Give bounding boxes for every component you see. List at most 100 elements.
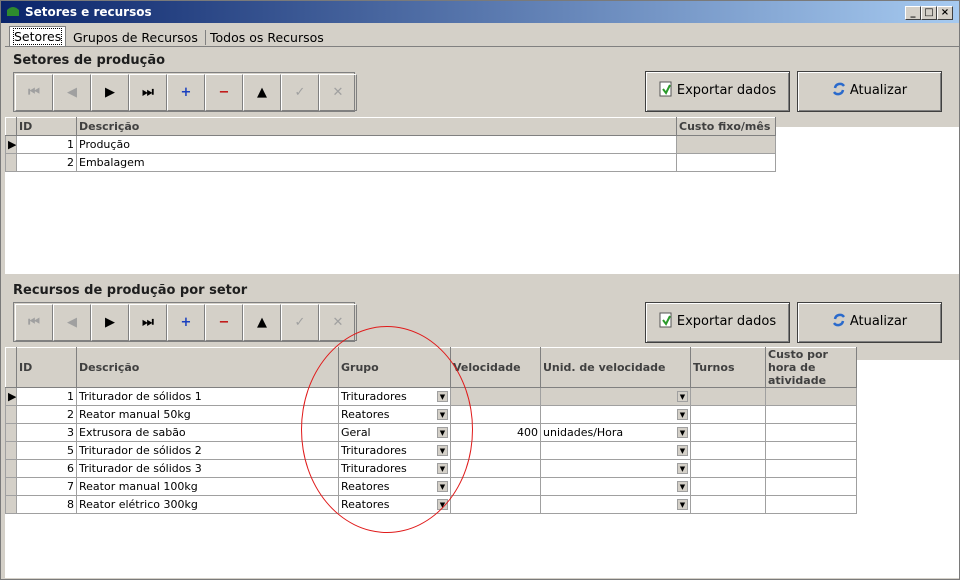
cell-grupo[interactable]: Reatores ▼: [338, 495, 451, 514]
dropdown-arrow-icon[interactable]: ▼: [677, 481, 688, 492]
cell-id[interactable]: 5: [16, 441, 77, 460]
cell-grupo[interactable]: Trituradores ▼: [338, 459, 451, 478]
first-record-button[interactable]: ⏮: [15, 74, 53, 111]
tab-todos-os-recursos[interactable]: Todos os Recursos: [206, 28, 328, 47]
cell-turnos[interactable]: [690, 405, 766, 424]
cell-descricao[interactable]: Triturador de sólidos 1: [76, 387, 339, 406]
cell-unid-velocidade[interactable]: ▼: [540, 459, 691, 478]
dropdown-arrow-icon[interactable]: ▼: [437, 499, 448, 510]
delete-record-button[interactable]: −: [205, 74, 243, 111]
cell-velocidade[interactable]: 400: [450, 423, 541, 442]
cell-custo-hora[interactable]: [765, 495, 857, 514]
column-header-descricao[interactable]: Descrição: [76, 347, 339, 388]
cell-unid-velocidade[interactable]: ▼: [540, 387, 691, 406]
cell-grupo[interactable]: Reatores ▼: [338, 477, 451, 496]
column-header-descricao[interactable]: Descrição: [76, 117, 677, 136]
dropdown-arrow-icon[interactable]: ▼: [677, 427, 688, 438]
cell-id[interactable]: 6: [16, 459, 77, 478]
cell-custo-hora[interactable]: [765, 387, 857, 406]
maximize-button[interactable]: □: [921, 6, 937, 20]
cell-custo-hora[interactable]: [765, 459, 857, 478]
insert-record-button[interactable]: +: [167, 74, 205, 111]
column-header-id[interactable]: ID: [16, 117, 77, 136]
next-record-button[interactable]: ▶: [91, 304, 129, 341]
dropdown-arrow-icon[interactable]: ▼: [437, 391, 448, 402]
dropdown-arrow-icon[interactable]: ▼: [437, 445, 448, 456]
cell-custo-hora[interactable]: [765, 423, 857, 442]
cell-grupo[interactable]: Reatores ▼: [338, 405, 451, 424]
cell-custo[interactable]: [676, 153, 776, 172]
resources-grid[interactable]: ID Descrição Grupo Velocidade Unid. de v…: [5, 347, 857, 514]
dropdown-arrow-icon[interactable]: ▼: [677, 445, 688, 456]
cell-id[interactable]: 2: [16, 405, 77, 424]
cell-descricao[interactable]: Triturador de sólidos 2: [76, 441, 339, 460]
first-record-button[interactable]: ⏮: [15, 304, 53, 341]
dropdown-arrow-icon[interactable]: ▼: [677, 409, 688, 420]
cell-custo[interactable]: [676, 135, 776, 154]
cell-unid-velocidade[interactable]: unidades/Hora ▼: [540, 423, 691, 442]
cell-unid-velocidade[interactable]: ▼: [540, 477, 691, 496]
insert-record-button[interactable]: +: [167, 304, 205, 341]
tab-setores[interactable]: Setores: [9, 26, 67, 47]
cell-descricao[interactable]: Reator elétrico 300kg: [76, 495, 339, 514]
cell-descricao[interactable]: Embalagem: [76, 153, 677, 172]
prior-record-button[interactable]: ◀: [53, 74, 91, 111]
cell-unid-velocidade[interactable]: ▼: [540, 495, 691, 514]
column-header-unid-velocidade[interactable]: Unid. de velocidade: [540, 347, 691, 388]
table-row[interactable]: ▶ 1 Triturador de sólidos 1 Trituradores ▼ ▼: [5, 387, 857, 406]
cell-unid-velocidade[interactable]: ▼: [540, 405, 691, 424]
cell-turnos[interactable]: [690, 387, 766, 406]
cell-custo-hora[interactable]: [765, 477, 857, 496]
table-row[interactable]: 5 Triturador de sólidos 2 Trituradores ▼ ▼: [5, 441, 857, 460]
cell-id[interactable]: 7: [16, 477, 77, 496]
cell-id[interactable]: 8: [16, 495, 77, 514]
sectors-refresh-button[interactable]: Atualizar: [797, 71, 942, 112]
cell-turnos[interactable]: [690, 477, 766, 496]
table-row[interactable]: 2 Embalagem: [5, 153, 776, 172]
dropdown-arrow-icon[interactable]: ▼: [677, 391, 688, 402]
table-row[interactable]: 3 Extrusora de sabão Geral ▼ 400 unidades/Hor…: [5, 423, 857, 442]
cancel-record-button[interactable]: ✕: [319, 74, 357, 111]
sectors-export-button[interactable]: Exportar dados: [645, 71, 790, 112]
title-bar[interactable]: Setores e recursos _ □ ×: [1, 1, 959, 23]
cell-id[interactable]: 1: [16, 135, 77, 154]
cell-velocidade[interactable]: [450, 387, 541, 406]
cell-grupo[interactable]: Geral ▼: [338, 423, 451, 442]
table-row[interactable]: ▶ 1 Produção: [5, 135, 776, 154]
post-record-button[interactable]: ✓: [281, 74, 319, 111]
edit-record-button[interactable]: ▲: [243, 74, 281, 111]
cell-velocidade[interactable]: [450, 495, 541, 514]
table-row[interactable]: 2 Reator manual 50kg Reatores ▼ ▼: [5, 405, 857, 424]
close-button[interactable]: ×: [937, 6, 953, 20]
table-row[interactable]: 8 Reator elétrico 300kg Reatores ▼ ▼: [5, 495, 857, 514]
last-record-button[interactable]: ⏭: [129, 74, 167, 111]
dropdown-arrow-icon[interactable]: ▼: [437, 409, 448, 420]
tab-grupos-de-recursos[interactable]: Grupos de Recursos: [69, 28, 202, 47]
cell-velocidade[interactable]: [450, 459, 541, 478]
post-record-button[interactable]: ✓: [281, 304, 319, 341]
resources-refresh-button[interactable]: Atualizar: [797, 302, 942, 343]
table-row[interactable]: 7 Reator manual 100kg Reatores ▼ ▼: [5, 477, 857, 496]
dropdown-arrow-icon[interactable]: ▼: [437, 463, 448, 474]
dropdown-arrow-icon[interactable]: ▼: [437, 427, 448, 438]
cell-turnos[interactable]: [690, 459, 766, 478]
cancel-record-button[interactable]: ✕: [319, 304, 357, 341]
cell-velocidade[interactable]: [450, 441, 541, 460]
cell-id[interactable]: 3: [16, 423, 77, 442]
sectors-grid[interactable]: ID Descrição Custo fixo/mês ▶ 1 Produção…: [5, 117, 776, 172]
cell-descricao[interactable]: Reator manual 100kg: [76, 477, 339, 496]
dropdown-arrow-icon[interactable]: ▼: [437, 481, 448, 492]
resources-export-button[interactable]: Exportar dados: [645, 302, 790, 343]
column-header-custo-fixo[interactable]: Custo fixo/mês: [676, 117, 776, 136]
cell-id[interactable]: 1: [16, 387, 77, 406]
edit-record-button[interactable]: ▲: [243, 304, 281, 341]
cell-grupo[interactable]: Trituradores ▼: [338, 387, 451, 406]
column-header-custo-hora[interactable]: Custo por hora de atividade: [765, 347, 857, 388]
next-record-button[interactable]: ▶: [91, 74, 129, 111]
column-header-id[interactable]: ID: [16, 347, 77, 388]
cell-grupo[interactable]: Trituradores ▼: [338, 441, 451, 460]
cell-unid-velocidade[interactable]: ▼: [540, 441, 691, 460]
prior-record-button[interactable]: ◀: [53, 304, 91, 341]
delete-record-button[interactable]: −: [205, 304, 243, 341]
cell-custo-hora[interactable]: [765, 441, 857, 460]
